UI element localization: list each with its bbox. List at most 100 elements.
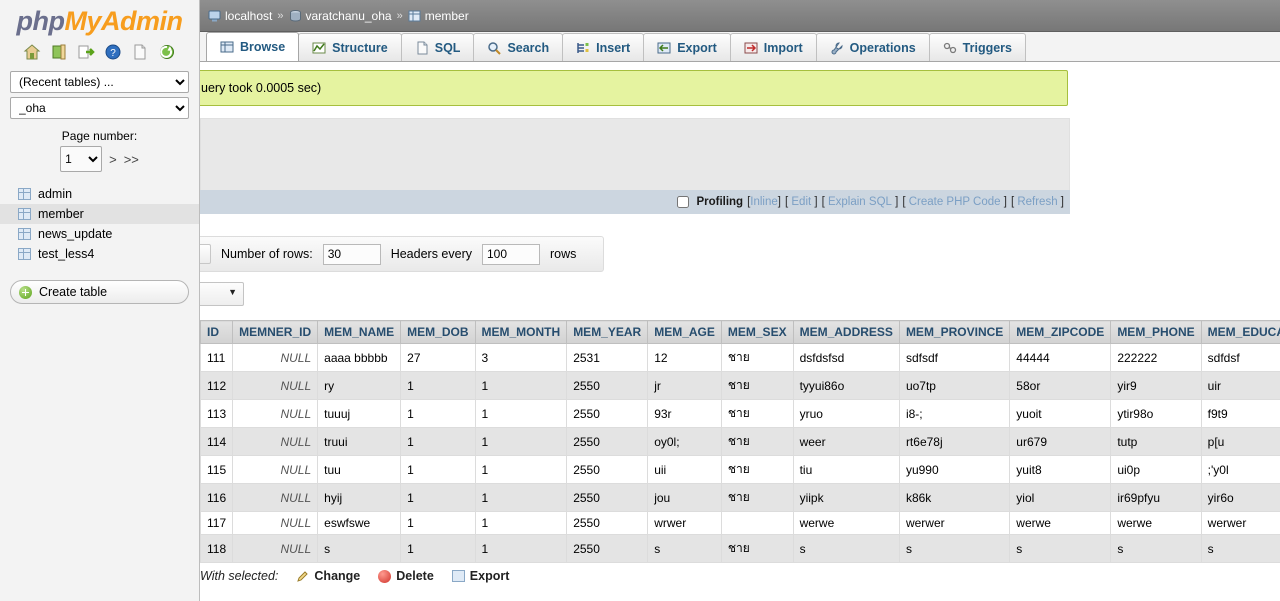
table-cell[interactable]: ชาย (720, 483, 794, 512)
table-cell[interactable]: 117 (200, 511, 234, 535)
table-cell[interactable]: 1 (400, 427, 476, 456)
database-select[interactable]: _oha (10, 97, 189, 119)
table-cell[interactable]: s (898, 534, 1011, 563)
docs-icon[interactable] (131, 43, 149, 61)
table-cell[interactable]: f9t9 (1200, 399, 1280, 428)
table-cell[interactable]: NULL (232, 455, 319, 484)
column-header-mem-zipcode[interactable]: MEM_ZIPCODE (1009, 320, 1112, 344)
table-row[interactable]: 113 NULL tuuuj 1 1 2550 93r ชาย yruo i8-; yuoit yti… (200, 399, 1280, 428)
table-cell[interactable]: 111 (200, 343, 234, 372)
table-cell[interactable]: ชาย (720, 427, 794, 456)
table-row[interactable]: 117 NULL eswfswe 1 1 2550 wrwer werwe werwer werw… (200, 511, 1280, 535)
edit-link[interactable]: Edit (791, 196, 811, 208)
sidebar-item-news-update[interactable]: news_update (0, 224, 199, 244)
table-cell[interactable]: 1 (474, 427, 568, 456)
table-cell[interactable]: 112 (200, 371, 234, 400)
table-cell[interactable]: 2550 (566, 371, 649, 400)
table-cell[interactable]: 1 (474, 483, 568, 512)
table-cell[interactable]: 1 (400, 371, 476, 400)
table-cell[interactable]: 1 (474, 534, 568, 563)
recent-tables-select[interactable]: (Recent tables) ... (10, 71, 189, 93)
table-cell[interactable]: 1 (400, 483, 476, 512)
table-cell[interactable]: werwe (1009, 511, 1112, 535)
column-header-mem-address[interactable]: MEM_ADDRESS (792, 320, 900, 344)
table-cell[interactable]: s (1110, 534, 1202, 563)
table-cell[interactable]: NULL (232, 427, 319, 456)
table-cell[interactable]: hyij (317, 483, 402, 512)
tab-insert[interactable]: Insert (562, 33, 645, 61)
table-cell[interactable]: ;'y0l (1200, 455, 1280, 484)
page-last-link[interactable]: >> (124, 152, 139, 167)
table-cell[interactable]: 118 (200, 534, 234, 563)
table-cell[interactable]: tuuuj (317, 399, 402, 428)
table-cell[interactable]: uir (1200, 371, 1280, 400)
table-cell[interactable]: yiipk (792, 483, 900, 512)
table-cell[interactable]: 1 (400, 534, 476, 563)
tab-export[interactable]: Export (643, 33, 731, 61)
headers-every-input[interactable] (482, 243, 540, 265)
table-cell[interactable]: yruo (792, 399, 900, 428)
breadcrumb-server-label[interactable]: localhost (225, 9, 272, 23)
sort-order-select[interactable] (200, 282, 244, 306)
home-icon[interactable] (23, 43, 41, 61)
table-cell[interactable]: rt6e78j (898, 427, 1011, 456)
create-table-button[interactable]: Create table (10, 280, 189, 304)
table-cell[interactable]: tiu (792, 455, 900, 484)
table-cell[interactable]: sdfsdf (898, 343, 1011, 372)
server-exit-icon[interactable] (50, 43, 68, 61)
table-row[interactable]: 115 NULL tuu 1 1 2550 uii ชาย tiu yu990 yuit8 ui0p;… (200, 455, 1280, 484)
tab-search[interactable]: Search (473, 33, 564, 61)
table-cell[interactable]: jou (647, 483, 722, 512)
explain-sql-link[interactable]: Explain SQL (828, 196, 892, 208)
table-cell[interactable]: ur679 (1009, 427, 1112, 456)
sidebar-item-admin[interactable]: admin (0, 184, 199, 204)
tab-import[interactable]: Import (729, 33, 817, 61)
table-cell[interactable]: 116 (200, 483, 234, 512)
breadcrumb-table-label[interactable]: member (425, 9, 469, 23)
table-cell[interactable]: wrwer (647, 511, 722, 535)
page-number-select[interactable]: 1 (60, 146, 103, 172)
table-cell[interactable]: ir69pfyu (1110, 483, 1202, 512)
table-cell[interactable]: werwer (898, 511, 1011, 535)
table-cell[interactable]: 1 (474, 371, 568, 400)
column-header-mem-month[interactable]: MEM_MONTH (474, 320, 568, 344)
table-cell[interactable]: ชาย (720, 371, 794, 400)
profiling-checkbox[interactable] (677, 196, 690, 208)
table-cell[interactable]: ชาย (720, 534, 794, 563)
table-cell[interactable]: 114 (200, 427, 234, 456)
page-next-link[interactable]: > (109, 152, 117, 167)
table-cell[interactable]: yir6o (1200, 483, 1280, 512)
table-cell[interactable]: werwer (1200, 511, 1280, 535)
table-cell[interactable]: yiol (1009, 483, 1112, 512)
table-row[interactable]: 111 NULL aaaa bbbbb 27 3 2531 12 ชาย dsfdsfsd sdf… (200, 343, 1280, 372)
table-cell[interactable]: tyyui86o (792, 371, 900, 400)
sidebar-item-member[interactable]: member (0, 204, 199, 224)
table-cell[interactable]: 93r (647, 399, 722, 428)
table-cell[interactable]: 1 (400, 399, 476, 428)
breadcrumb-table[interactable]: member (408, 9, 469, 23)
table-cell[interactable]: 2550 (566, 534, 649, 563)
table-cell[interactable]: jr (647, 371, 722, 400)
table-cell[interactable]: uo7tp (898, 371, 1011, 400)
table-cell[interactable]: NULL (232, 511, 319, 535)
table-cell[interactable]: oy0l; (647, 427, 722, 456)
table-cell[interactable]: 2550 (566, 399, 649, 428)
table-cell[interactable]: 2550 (566, 483, 649, 512)
table-row[interactable]: 112 NULL ry 1 1 2550 jr ชาย tyyui86o uo7tp 58or yir… (200, 371, 1280, 400)
table-row[interactable]: 114 NULL truui 1 1 2550 oy0l; ชาย weer rt6e78j ur6… (200, 427, 1280, 456)
table-cell[interactable]: ytir98o (1110, 399, 1202, 428)
table-cell[interactable]: ชาย (720, 343, 794, 372)
table-cell[interactable]: s (1200, 534, 1280, 563)
column-header-mem-year[interactable]: MEM_YEAR (566, 320, 649, 344)
table-cell[interactable]: eswfswe (317, 511, 402, 535)
table-cell[interactable]: tutp (1110, 427, 1202, 456)
column-header-mem-educa[interactable]: MEM_EDUCA (1200, 320, 1280, 344)
table-cell[interactable]: ชาย (720, 455, 794, 484)
table-cell[interactable]: p[u (1200, 427, 1280, 456)
create-php-code-link[interactable]: Create PHP Code (909, 196, 1001, 208)
table-cell[interactable]: s (647, 534, 722, 563)
column-header-mem-sex[interactable]: MEM_SEX (720, 320, 794, 344)
table-cell[interactable]: 2531 (566, 343, 649, 372)
table-cell[interactable]: ชาย (720, 399, 794, 428)
row-options-toggle[interactable] (200, 244, 211, 264)
